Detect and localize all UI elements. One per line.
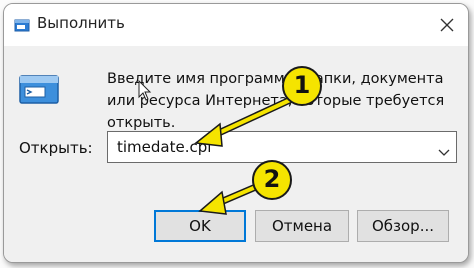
browse-button[interactable]: Обзор... — [357, 210, 449, 242]
close-icon — [440, 18, 454, 32]
screenshot-stage: Выполнить Введите имя программы, папки, … — [0, 0, 474, 268]
run-app-icon — [14, 17, 30, 32]
cancel-button[interactable]: Отмена — [255, 210, 349, 242]
close-button[interactable] — [432, 10, 462, 40]
dialog-description: Введите имя программы, папки, документа … — [107, 71, 445, 131]
run-program-icon — [18, 73, 60, 105]
text-cursor-icon — [138, 79, 152, 102]
open-label: Открыть: — [19, 139, 93, 157]
run-dialog: Выполнить Введите имя программы, папки, … — [3, 3, 469, 263]
title-bar: Выполнить — [4, 4, 468, 46]
window-title: Выполнить — [37, 14, 125, 32]
step-badge-2: 2 — [252, 160, 292, 200]
chevron-down-icon[interactable] — [438, 142, 450, 156]
step-badge-1: 1 — [282, 66, 322, 106]
open-input[interactable]: timedate.cpl — [117, 138, 211, 156]
open-combobox[interactable]: timedate.cpl — [107, 131, 457, 163]
ok-button[interactable]: OK — [154, 210, 246, 242]
